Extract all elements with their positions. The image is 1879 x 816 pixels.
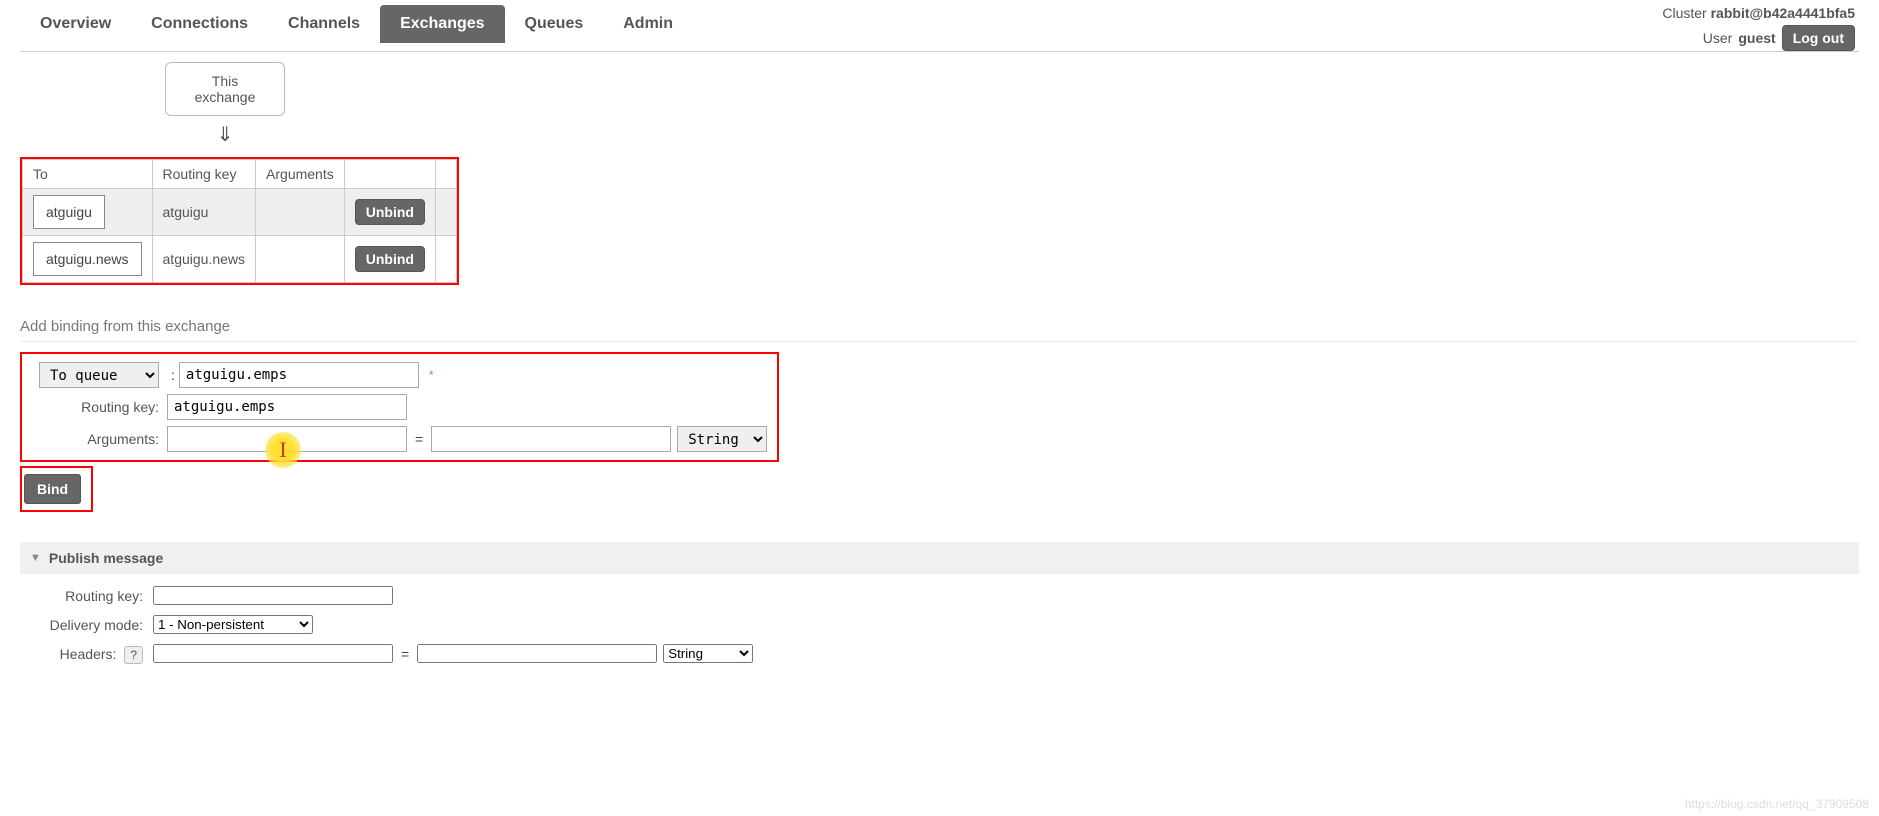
tab-connections[interactable]: Connections: [131, 5, 268, 43]
bindings-table-wrap: To Routing key Arguments atguigu atguigu…: [20, 157, 459, 285]
publish-routing-key-input[interactable]: [153, 586, 393, 605]
equals-sign: =: [415, 431, 423, 447]
col-to: To: [23, 160, 153, 189]
collapse-triangle-icon: ▼: [30, 552, 41, 564]
colon: :: [171, 367, 175, 383]
binding-arg-value-input[interactable]: [431, 426, 671, 452]
unbind-button[interactable]: Unbind: [355, 246, 425, 272]
tab-queues[interactable]: Queues: [505, 5, 604, 43]
user-label: User: [1703, 30, 1733, 46]
headers-label: Headers:: [60, 646, 117, 662]
binding-arguments: [256, 189, 345, 236]
tab-overview[interactable]: Overview: [20, 5, 131, 43]
publish-section-header[interactable]: ▼ Publish message: [20, 542, 1859, 574]
binding-destination-input[interactable]: [179, 362, 419, 388]
headers-help-icon[interactable]: ?: [124, 646, 143, 664]
publish-header-type-select[interactable]: String: [663, 644, 753, 663]
binding-destination-type-select[interactable]: To queue: [39, 362, 159, 388]
add-binding-title: Add binding from this exchange: [20, 318, 1859, 342]
this-exchange-box: This exchange: [165, 62, 285, 116]
arguments-label: Arguments:: [32, 431, 167, 447]
binding-routing-key: atguigu: [152, 189, 256, 236]
cluster-name: rabbit@b42a4441bfa5: [1711, 5, 1855, 21]
binding-to-link[interactable]: atguigu: [33, 195, 105, 229]
binding-arg-key-input[interactable]: [167, 426, 407, 452]
delivery-mode-select[interactable]: 1 - Non-persistent: [153, 615, 313, 634]
unbind-button[interactable]: Unbind: [355, 199, 425, 225]
down-arrows-icon: ⇓: [165, 122, 285, 147]
binding-row: atguigu.news atguigu.news Unbind: [23, 236, 457, 283]
col-routing-key: Routing key: [152, 160, 256, 189]
cluster-label: Cluster: [1662, 5, 1706, 21]
publish-form: Routing key: Delivery mode: 1 - Non-pers…: [20, 574, 1859, 685]
tab-exchanges[interactable]: Exchanges: [380, 5, 504, 43]
bindings-table: To Routing key Arguments atguigu atguigu…: [22, 159, 457, 283]
bind-button[interactable]: Bind: [24, 474, 81, 504]
binding-routing-key-input[interactable]: [167, 394, 407, 420]
col-action: [344, 160, 435, 189]
tab-admin[interactable]: Admin: [603, 5, 693, 43]
publish-routing-key-label: Routing key:: [28, 588, 153, 604]
binding-arg-type-select[interactable]: String: [677, 426, 767, 452]
user-name: guest: [1738, 30, 1775, 46]
publish-header-value-input[interactable]: [417, 644, 657, 663]
binding-row: atguigu atguigu Unbind: [23, 189, 457, 236]
cluster-info: Cluster rabbit@b42a4441bfa5 User guest L…: [1662, 5, 1859, 51]
col-arguments: Arguments: [256, 160, 345, 189]
bind-button-wrap: Bind: [20, 466, 93, 512]
tab-channels[interactable]: Channels: [268, 5, 380, 43]
main-tabs: Overview Connections Channels Exchanges …: [20, 5, 693, 43]
watermark: https://blog.csdn.net/qq_37909508: [1685, 797, 1869, 811]
binding-arguments: [256, 236, 345, 283]
publish-title: Publish message: [49, 550, 163, 566]
col-spacer: [435, 160, 456, 189]
publish-header-key-input[interactable]: [153, 644, 393, 663]
routing-key-label: Routing key:: [32, 399, 167, 415]
binding-routing-key: atguigu.news: [152, 236, 256, 283]
equals-sign: =: [401, 646, 409, 662]
required-star: *: [429, 368, 434, 382]
add-binding-form: To queue : * Routing key: Arguments: = S…: [20, 352, 779, 462]
logout-button[interactable]: Log out: [1782, 25, 1855, 51]
delivery-mode-label: Delivery mode:: [28, 617, 153, 633]
binding-to-link[interactable]: atguigu.news: [33, 242, 142, 276]
